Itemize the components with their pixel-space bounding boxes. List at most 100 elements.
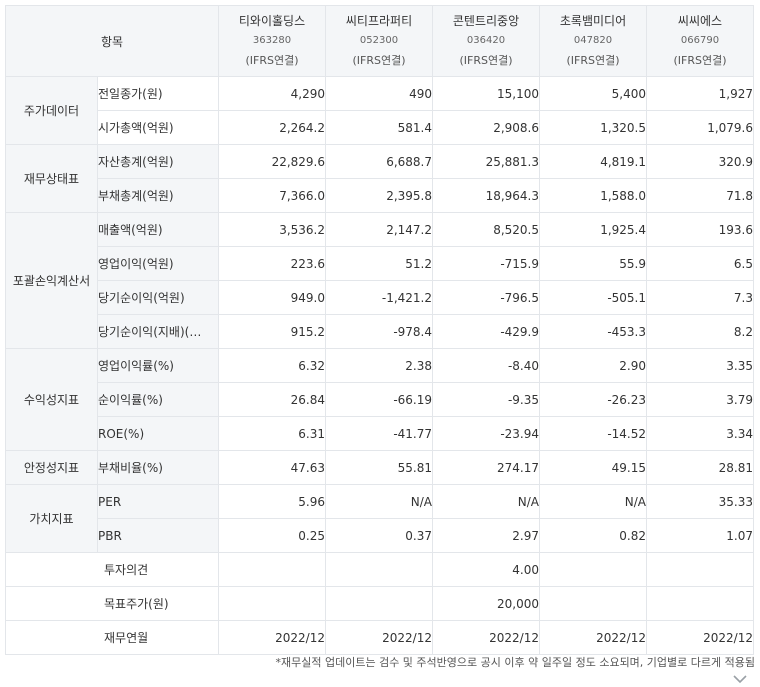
company-code: 066790 bbox=[680, 35, 720, 46]
cell-value: 28.81 bbox=[646, 450, 754, 485]
cell-value: -429.9 bbox=[432, 314, 540, 349]
cell-value: 1.07 bbox=[646, 518, 754, 553]
cell-value: 915.2 bbox=[218, 314, 326, 349]
company-basis: (IFRS연결) bbox=[566, 54, 620, 67]
cell-value: 6.5 bbox=[646, 246, 754, 281]
row-label: 목표주가(원) bbox=[5, 586, 219, 621]
cell-value: -453.3 bbox=[539, 314, 647, 349]
company-header[interactable]: 씨씨에스 066790 (IFRS연결) bbox=[646, 5, 754, 77]
row-label: 투자의견 bbox=[5, 552, 219, 587]
company-header[interactable]: 콘텐트리중앙 036420 (IFRS연결) bbox=[432, 5, 540, 77]
cell-value: -26.23 bbox=[539, 382, 647, 417]
cell-value: 0.37 bbox=[325, 518, 433, 553]
cell-value: 4,290 bbox=[218, 76, 326, 111]
cell-value: 4.00 bbox=[432, 552, 540, 587]
cell-value: -796.5 bbox=[432, 280, 540, 315]
cell-value: 581.4 bbox=[325, 110, 433, 145]
cell-value bbox=[325, 586, 433, 621]
row-label: 전일종가(원) bbox=[97, 76, 219, 111]
table-row: 재무상태표 자산총계(억원) 22,829.6 6,688.7 25,881.3… bbox=[5, 144, 754, 213]
cell-value: 55.81 bbox=[325, 450, 433, 485]
company-header[interactable]: 티와이홀딩스 363280 (IFRS연결) bbox=[218, 5, 326, 77]
table-row: 목표주가(원) 20,000 bbox=[5, 586, 754, 621]
row-label: 시가총액(억원) bbox=[97, 110, 219, 145]
row-label: 영업이익률(%) bbox=[97, 348, 219, 383]
company-name[interactable]: 초록뱀미디어 bbox=[540, 11, 646, 31]
cell-value bbox=[218, 586, 326, 621]
table-row: 수익성지표 영업이익률(%) 6.32 2.38 -8.40 2.90 3.35 bbox=[5, 348, 754, 451]
cell-value: 3.34 bbox=[646, 416, 754, 451]
cell-value bbox=[218, 552, 326, 587]
cell-value: 22,829.6 bbox=[218, 144, 326, 179]
cell-value: 26.84 bbox=[218, 382, 326, 417]
company-basis: (IFRS연결) bbox=[459, 54, 513, 67]
cell-value: 1,927 bbox=[646, 76, 754, 111]
cell-value: -715.9 bbox=[432, 246, 540, 281]
cell-value: 0.25 bbox=[218, 518, 326, 553]
company-name[interactable]: 씨티프라퍼티 bbox=[326, 11, 432, 31]
cell-value: 490 bbox=[325, 76, 433, 111]
cell-value: 949.0 bbox=[218, 280, 326, 315]
cell-value: 5,400 bbox=[539, 76, 647, 111]
cell-value: 5.96 bbox=[218, 484, 326, 519]
cell-value: -978.4 bbox=[325, 314, 433, 349]
table-row: 영업이익(억원) 223.6 51.2 -715.9 55.9 6.5 bbox=[6, 246, 754, 281]
cell-value: 1,079.6 bbox=[646, 110, 754, 145]
row-label: 재무연월 bbox=[5, 620, 219, 655]
cell-value: 6.32 bbox=[218, 348, 326, 383]
row-label: 순이익률(%) bbox=[97, 382, 219, 417]
company-code: 052300 bbox=[359, 35, 399, 46]
cell-value: 47.63 bbox=[218, 450, 326, 485]
row-label: 당기순이익(지배)(… bbox=[97, 314, 219, 349]
cell-value: 20,000 bbox=[432, 586, 540, 621]
cell-value: 35.33 bbox=[646, 484, 754, 519]
cell-value: N/A bbox=[325, 484, 433, 519]
cell-value: N/A bbox=[432, 484, 540, 519]
table-row: 당기순이익(지배)(… 915.2 -978.4 -429.9 -453.3 8… bbox=[6, 314, 754, 349]
cell-value bbox=[646, 586, 754, 621]
company-name[interactable]: 씨씨에스 bbox=[647, 11, 753, 31]
cell-value: 49.15 bbox=[539, 450, 647, 485]
row-label: 부채총계(억원) bbox=[97, 178, 219, 213]
cell-value: 2022/12 bbox=[218, 620, 326, 655]
cell-value: 193.6 bbox=[646, 212, 754, 247]
table-row: 재무연월 2022/12 2022/12 2022/12 2022/12 202… bbox=[5, 620, 754, 655]
row-label: 자산총계(억원) bbox=[97, 144, 219, 179]
cell-value: 55.9 bbox=[539, 246, 647, 281]
company-code: 036420 bbox=[466, 35, 506, 46]
company-header[interactable]: 씨티프라퍼티 052300 (IFRS연결) bbox=[325, 5, 433, 77]
cell-value: 2,147.2 bbox=[325, 212, 433, 247]
cell-value: 2.97 bbox=[432, 518, 540, 553]
category-profit: 수익성지표 bbox=[5, 348, 98, 451]
company-name[interactable]: 콘텐트리중앙 bbox=[433, 11, 539, 31]
row-label: 매출액(억원) bbox=[97, 212, 219, 247]
cell-value: 2022/12 bbox=[432, 620, 540, 655]
cell-value: 7,366.0 bbox=[218, 178, 326, 213]
cell-value: N/A bbox=[539, 484, 647, 519]
cell-value: -14.52 bbox=[539, 416, 647, 451]
table-row: 가치지표 PER 5.96 N/A N/A N/A 35.33 bbox=[5, 484, 754, 553]
footnote: *재무실적 업데이트는 검수 및 주석반영으로 공시 이후 약 일주일 정도 소… bbox=[275, 656, 756, 669]
cell-value: 8.2 bbox=[646, 314, 754, 349]
cell-value: 320.9 bbox=[646, 144, 754, 179]
company-basis: (IFRS연결) bbox=[245, 54, 299, 67]
cell-value: 3,536.2 bbox=[218, 212, 326, 247]
cell-value: 15,100 bbox=[432, 76, 540, 111]
cell-value: -23.94 bbox=[432, 416, 540, 451]
chevron-down-icon[interactable] bbox=[733, 672, 747, 686]
cell-value: 71.8 bbox=[646, 178, 754, 213]
company-name[interactable]: 티와이홀딩스 bbox=[219, 11, 325, 31]
cell-value: 3.79 bbox=[646, 382, 754, 417]
cell-value: 1,588.0 bbox=[539, 178, 647, 213]
category-balance: 재무상태표 bbox=[5, 144, 98, 213]
cell-value: 0.82 bbox=[539, 518, 647, 553]
row-label: 당기순이익(억원) bbox=[97, 280, 219, 315]
table-row: 부채총계(억원) 7,366.0 2,395.8 18,964.3 1,588.… bbox=[6, 178, 754, 213]
table-row: ROE(%) 6.31 -41.77 -23.94 -14.52 3.34 bbox=[6, 416, 754, 451]
table-row: 안정성지표 부채비율(%) 47.63 55.81 274.17 49.15 2… bbox=[5, 450, 754, 485]
table-row: 당기순이익(억원) 949.0 -1,421.2 -796.5 -505.1 7… bbox=[6, 280, 754, 315]
company-header[interactable]: 초록뱀미디어 047820 (IFRS연결) bbox=[539, 5, 647, 77]
cell-value: 8,520.5 bbox=[432, 212, 540, 247]
cell-value: 2022/12 bbox=[325, 620, 433, 655]
cell-value: 2,908.6 bbox=[432, 110, 540, 145]
